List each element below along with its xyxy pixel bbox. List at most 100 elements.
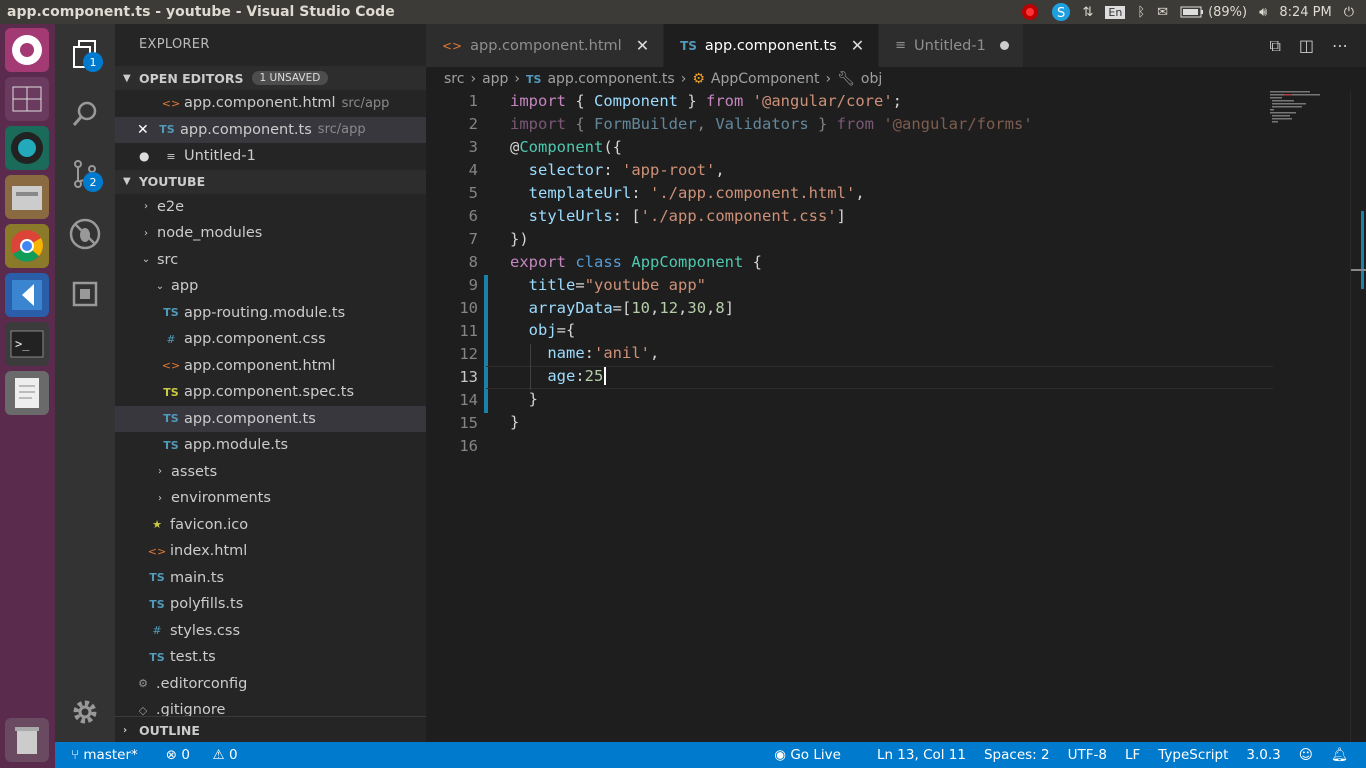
bluetooth-icon[interactable]: ᛒ: [1137, 5, 1145, 20]
minimap[interactable]: [1270, 91, 1330, 131]
record-icon[interactable]: [1021, 3, 1039, 21]
line-number: 4: [468, 161, 478, 179]
keyboard-layout[interactable]: En: [1105, 5, 1126, 19]
line-number: 15: [459, 414, 478, 432]
breadcrumb-item[interactable]: app: [482, 71, 508, 87]
debug-icon[interactable]: [55, 204, 115, 264]
notifications-bell-icon[interactable]: 🔔︎: [1331, 747, 1348, 763]
breadcrumb-item[interactable]: src: [444, 71, 464, 87]
breadcrumb-item[interactable]: obj: [861, 71, 882, 87]
code-line: import { FormBuilder, Validators } from …: [510, 115, 1033, 133]
tab-app-component-html[interactable]: <> app.component.html ✕: [426, 24, 665, 67]
tree-item[interactable]: › environments: [115, 485, 426, 512]
language-mode[interactable]: TypeScript: [1158, 747, 1228, 763]
tree-item[interactable]: <> app.component.html: [115, 353, 426, 380]
terminal-icon[interactable]: >_: [5, 322, 49, 366]
line-number: 13: [459, 368, 478, 386]
outline-section[interactable]: › OUTLINE: [115, 716, 426, 743]
tree-item[interactable]: TS app.component.spec.ts: [115, 379, 426, 406]
tree-item-label: app-routing.module.ts: [184, 304, 346, 321]
chevron-down-icon: ⌄: [155, 280, 165, 292]
gear-icon: ⚙: [138, 677, 148, 691]
tree-item-label: .editorconfig: [156, 675, 248, 692]
star-icon: ★: [152, 518, 162, 532]
tree-item[interactable]: ★ favicon.ico: [115, 512, 426, 539]
extensions-icon[interactable]: [55, 264, 115, 324]
code-editor[interactable]: 1 2 3 4 5 6 7 8 9 10 11 12 13 14 15 16 import { Compone…: [426, 91, 1366, 742]
cursor-position[interactable]: Ln 13, Col 11: [877, 747, 966, 763]
chrome-icon[interactable]: [5, 224, 49, 268]
open-editor-item[interactable]: ● ≡ Untitled-1: [115, 143, 426, 170]
battery-status[interactable]: (89%): [1180, 5, 1247, 20]
search-icon[interactable]: [55, 84, 115, 144]
tab-app-component-ts[interactable]: TS app.component.ts ✕: [664, 24, 880, 67]
ts-version[interactable]: 3.0.3: [1246, 747, 1280, 763]
open-editor-item[interactable]: <> app.component.html src/app: [115, 90, 426, 117]
close-icon[interactable]: ✕: [851, 36, 864, 55]
tree-item[interactable]: TS polyfills.ts: [115, 591, 426, 618]
tree-item[interactable]: TS app.module.ts: [115, 432, 426, 459]
go-live-button[interactable]: ◉ Go Live: [774, 747, 859, 763]
git-branch[interactable]: ⑂ master*: [71, 747, 152, 763]
chevron-right-icon: ›: [680, 71, 687, 87]
indentation[interactable]: Spaces: 2: [984, 747, 1050, 763]
webcam-app-icon[interactable]: [5, 126, 49, 170]
end-of-line[interactable]: LF: [1125, 747, 1140, 763]
breadcrumb: src › app › TS app.component.ts › ⚙ AppCompon…: [426, 67, 1366, 91]
project-header[interactable]: ▼ YOUTUBE: [115, 169, 426, 194]
open-changes-icon[interactable]: ⧉: [1269, 36, 1280, 56]
workspace-switcher-icon[interactable]: [5, 77, 49, 121]
vertical-scrollbar[interactable]: [1350, 91, 1366, 742]
network-icon[interactable]: ⇅: [1083, 5, 1094, 20]
close-icon[interactable]: ✕: [137, 122, 157, 138]
tree-item[interactable]: <> index.html: [115, 538, 426, 565]
clock[interactable]: 8:24 PM: [1279, 5, 1331, 20]
wrench-symbol-icon: 🔧︎: [837, 71, 855, 87]
feedback-smiley-icon[interactable]: ☺: [1299, 747, 1313, 763]
tree-item-label: src: [157, 251, 179, 268]
vscode-launcher-icon[interactable]: [5, 273, 49, 317]
breadcrumb-item[interactable]: AppComponent: [711, 71, 820, 87]
tree-item[interactable]: ⚙ .editorconfig: [115, 671, 426, 698]
ubuntu-dash-icon[interactable]: [5, 28, 49, 72]
breadcrumb-item[interactable]: app.component.ts: [547, 71, 674, 87]
explorer-icon[interactable]: 1: [55, 24, 115, 84]
tree-item[interactable]: TS main.ts: [115, 565, 426, 592]
tree-item[interactable]: TS app-routing.module.ts: [115, 300, 426, 327]
line-number: 1: [468, 92, 478, 110]
ts-file-icon: TS: [149, 597, 165, 611]
open-editors-header[interactable]: ▼ OPEN EDITORS 1 UNSAVED: [115, 66, 426, 90]
tree-item[interactable]: # styles.css: [115, 618, 426, 645]
tree-item[interactable]: TS test.ts: [115, 644, 426, 671]
tree-item-label: app.component.spec.ts: [184, 384, 355, 401]
tree-item[interactable]: TS app.component.ts: [115, 405, 426, 432]
tree-item[interactable]: › assets: [115, 459, 426, 486]
svg-text:>_: >_: [15, 337, 30, 351]
volume-icon[interactable]: 🔊︎: [1259, 5, 1267, 20]
tree-item[interactable]: › node_modules: [115, 220, 426, 247]
tree-item-label: app.component.ts: [184, 410, 316, 427]
tree-item[interactable]: # app.component.css: [115, 326, 426, 353]
settings-gear-icon[interactable]: [55, 682, 115, 742]
open-editor-item[interactable]: ✕ TS app.component.ts src/app: [115, 116, 426, 143]
tree-item[interactable]: › e2e: [115, 194, 426, 221]
split-editor-icon[interactable]: ◫: [1299, 36, 1314, 55]
tree-item[interactable]: ⌄ src: [115, 247, 426, 274]
tree-item-label: environments: [171, 490, 271, 507]
close-icon[interactable]: ✕: [636, 36, 649, 55]
text-file-icon: ≡: [166, 149, 176, 163]
tree-item[interactable]: ⌄ app: [115, 273, 426, 300]
trash-icon[interactable]: [5, 718, 49, 762]
mail-icon[interactable]: ✉: [1157, 5, 1168, 20]
code-line: arrayData=[10,12,30,8]: [528, 299, 735, 317]
text-editor-icon[interactable]: [5, 371, 49, 415]
encoding[interactable]: UTF-8: [1068, 747, 1107, 763]
source-control-icon[interactable]: 2: [55, 144, 115, 204]
code-line: name:'anil',: [547, 344, 660, 362]
tab-untitled-1[interactable]: ≡ Untitled-1: [879, 24, 1024, 67]
more-actions-icon[interactable]: ⋯: [1332, 36, 1348, 55]
skype-icon[interactable]: S: [1051, 2, 1071, 22]
power-icon[interactable]: ⏻: [1344, 5, 1354, 20]
problems-indicator[interactable]: ⊗ 0 ⚠ 0: [166, 747, 252, 763]
file-manager-icon[interactable]: [5, 175, 49, 219]
